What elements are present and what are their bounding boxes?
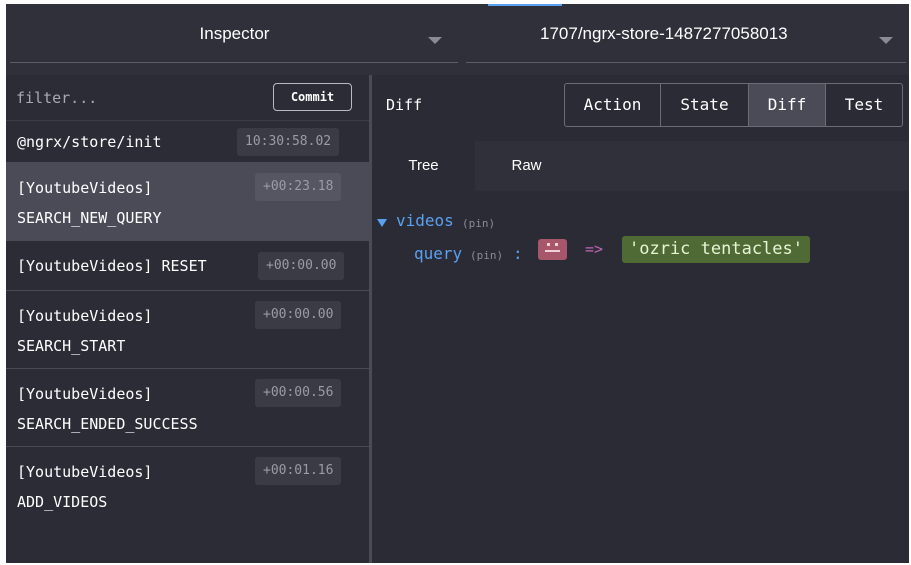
action-item-add-videos[interactable]: [YoutubeVideos] ADD_VIDEOS +00:01.16 [6,447,369,525]
action-item-search-ended-success[interactable]: [YoutubeVideos] SEARCH_ENDED_SUCCESS +00… [6,369,369,447]
empty-value-icon [538,239,567,260]
action-timestamp: +00:00.56 [255,379,342,407]
new-value: 'ozric tentacles' [622,236,810,263]
action-item-search-new-query[interactable]: [YoutubeVideos] SEARCH_NEW_QUERY +00:23.… [6,163,369,241]
action-type: SEARCH_START [17,337,126,355]
subtab-raw[interactable]: Raw [475,141,578,191]
key-colon: : [513,244,523,263]
action-item-reset[interactable]: [YoutubeVideos] RESET +00:00.00 [6,241,369,291]
filter-bar: Commit [6,75,369,121]
action-timestamp: +00:00.00 [258,252,345,280]
view-subtabs: Tree Raw [372,141,909,191]
tab-diff[interactable]: Diff [748,83,826,127]
action-list-panel: Commit @ngrx/store/init 10:30:58.02 [You… [6,75,369,563]
chevron-down-icon[interactable] [879,37,893,44]
action-type: SEARCH_ENDED_SUCCESS [17,415,198,433]
action-name: [YoutubeVideos] [17,385,153,403]
commit-button[interactable]: Commit [273,83,352,111]
tab-state[interactable]: State [660,83,749,127]
tree-key-videos[interactable]: videos [396,211,454,230]
action-item-search-start[interactable]: [YoutubeVideos] SEARCH_START +00:00.00 [6,291,369,369]
removed-icon-mouth [545,250,560,252]
tree-key-query: query [414,244,463,263]
expand-triangle-icon[interactable] [377,219,387,227]
monitor-select-label: Inspector [199,24,270,43]
action-type: SEARCH_NEW_QUERY [17,209,162,227]
monitor-select[interactable]: Inspector [6,4,463,64]
chevron-down-icon[interactable] [428,37,442,44]
filter-input[interactable] [16,87,266,109]
action-timestamp: +00:01.16 [255,457,342,485]
detail-title: Diff [386,96,423,114]
instance-select-underline [466,62,906,63]
action-name: [YoutubeVideos] [17,179,153,197]
detail-panel: Diff Action State Diff Test Tree Raw vid… [372,75,909,563]
devtools-window: Inspector 1707/ngrx-store-1487277058013 … [6,4,909,563]
subtab-tree[interactable]: Tree [372,141,475,191]
instance-select[interactable]: 1707/ngrx-store-1487277058013 [466,4,909,64]
action-name: [YoutubeVideos] RESET [17,257,207,275]
action-timestamp: +00:23.18 [255,173,342,201]
action-name: [YoutubeVideos] [17,463,153,481]
tab-action[interactable]: Action [564,83,661,127]
removed-icon-eye-right [555,243,558,246]
pin-link[interactable]: (pin) [462,217,495,230]
action-timestamp: +00:00.00 [255,301,342,329]
tab-test[interactable]: Test [825,83,903,127]
monitor-select-underline [10,62,458,63]
action-name: @ngrx/store/init [17,133,162,151]
pin-link[interactable]: (pin) [470,249,503,262]
action-type: ADD_VIDEOS [17,493,108,511]
action-name: [YoutubeVideos] [17,307,153,325]
instance-select-label: 1707/ngrx-store-1487277058013 [540,24,788,43]
diff-arrow: => [585,240,604,258]
topbar: Inspector 1707/ngrx-store-1487277058013 [6,4,909,75]
action-timestamp: 10:30:58.02 [237,128,340,156]
action-item-init[interactable]: @ngrx/store/init 10:30:58.02 [6,121,369,163]
removed-icon-eye-left [547,243,550,246]
